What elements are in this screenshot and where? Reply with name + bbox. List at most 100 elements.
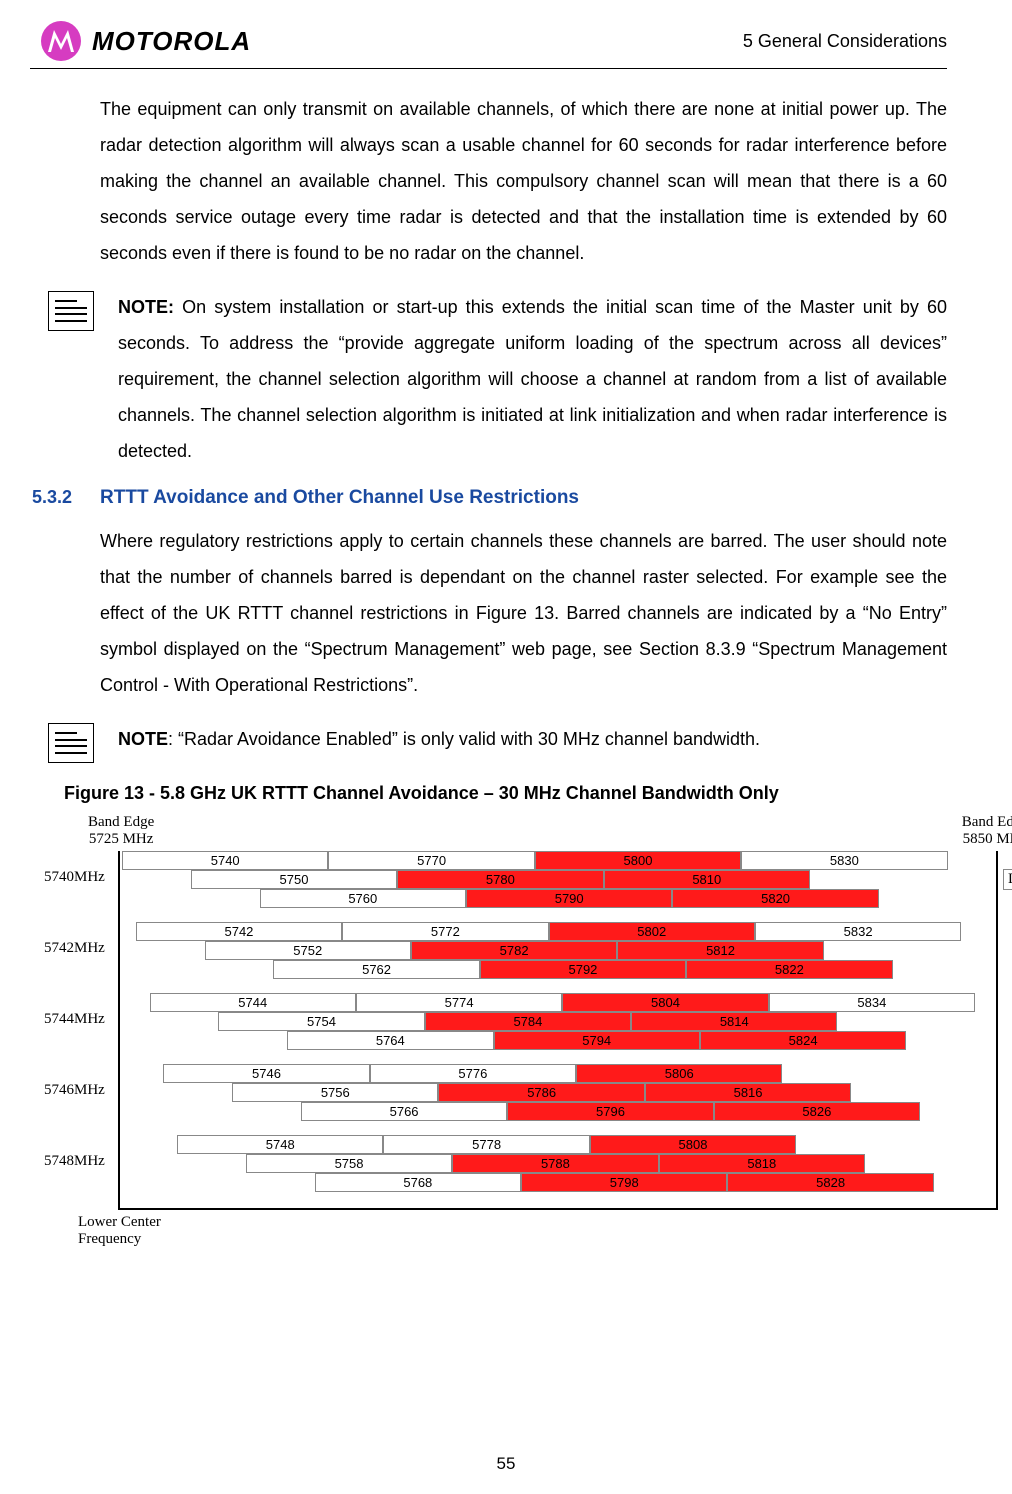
channel-cell: 5774	[356, 993, 562, 1012]
channel-cell: 5832	[755, 922, 961, 941]
channel-cell: 5788	[452, 1154, 658, 1173]
default-label: Default	[1003, 869, 1012, 890]
raster-group: 5748MHz574857785808575857885818576857985…	[122, 1135, 994, 1192]
channel-cell: 5830	[741, 851, 947, 870]
subsection-number: 5.3.2	[32, 487, 72, 508]
channel-row: 575257825812	[122, 941, 994, 960]
channel-cell: 5794	[494, 1031, 700, 1050]
channel-cell: 5772	[342, 922, 548, 941]
subsection-title: RTTT Avoidance and Other Channel Use Res…	[100, 487, 579, 509]
channel-cell: 5770	[328, 851, 534, 870]
page-number: 55	[0, 1454, 1012, 1474]
channel-cell: 5766	[301, 1102, 507, 1121]
note-2: NOTE: “Radar Avoidance Enabled” is only …	[48, 721, 947, 763]
channel-row: 576657965826	[122, 1102, 994, 1121]
raster-group: 5746MHz574657765806575657865816576657965…	[122, 1064, 994, 1121]
channel-cell: 5826	[714, 1102, 920, 1121]
raster-label: 5740MHz	[44, 869, 105, 886]
section-label: 5 General Considerations	[743, 31, 947, 52]
band-edge-left: Band Edge 5725 MHz	[88, 814, 154, 847]
channel-row: 5742577258025832	[122, 922, 994, 941]
channel-row: 576057905820	[122, 889, 994, 908]
channel-row: 576457945824	[122, 1031, 994, 1050]
band-area: 5740MHzDefault57405770580058305750578058…	[118, 851, 998, 1210]
raster-group: 5744MHz574457745804583457545784581457645…	[122, 993, 994, 1050]
channel-row: 575057805810	[122, 870, 994, 889]
band-edge-labels: Band Edge 5725 MHz Band Edge 5850 MHz	[118, 814, 998, 847]
note-2-text: : “Radar Avoidance Enabled” is only vali…	[168, 729, 760, 749]
channel-cell: 5816	[645, 1083, 851, 1102]
channel-cell: 5790	[466, 889, 672, 908]
channel-cell: 5754	[218, 1012, 424, 1031]
figure-caption: Figure 13 - 5.8 GHz UK RTTT Channel Avoi…	[64, 783, 947, 804]
header: MOTOROLA 5 General Considerations	[30, 20, 947, 62]
channel-cell: 5820	[672, 889, 878, 908]
channel-cell: 5758	[246, 1154, 452, 1173]
channel-cell: 5798	[521, 1173, 727, 1192]
lower-center-frequency-label: Lower Center Frequency	[78, 1214, 998, 1247]
channel-cell: 5744	[150, 993, 356, 1012]
channel-cell: 5796	[507, 1102, 713, 1121]
figure-13: Band Edge 5725 MHz Band Edge 5850 MHz 57…	[118, 814, 998, 1247]
header-divider	[30, 68, 947, 69]
channel-cell: 5782	[411, 941, 617, 960]
paragraph-1: The equipment can only transmit on avail…	[100, 91, 947, 271]
subsection-heading: 5.3.2 RTTT Avoidance and Other Channel U…	[30, 487, 947, 509]
brand-name: MOTOROLA	[92, 26, 251, 57]
logo-block: MOTOROLA	[40, 20, 251, 62]
channel-cell: 5786	[438, 1083, 644, 1102]
channel-cell: 5812	[617, 941, 823, 960]
channel-cell: 5764	[287, 1031, 493, 1050]
note-icon	[48, 291, 94, 331]
channel-row: 5744577458045834	[122, 993, 994, 1012]
channel-cell: 5804	[562, 993, 768, 1012]
note-1: NOTE: On system installation or start-up…	[48, 289, 947, 469]
channel-cell: 5810	[604, 870, 810, 889]
motorola-logo-icon	[40, 20, 82, 62]
note-icon	[48, 723, 94, 763]
note-2-body: NOTE: “Radar Avoidance Enabled” is only …	[118, 721, 947, 757]
channel-cell: 5750	[191, 870, 397, 889]
channel-cell: 5778	[383, 1135, 589, 1154]
raster-label: 5746MHz	[44, 1082, 105, 1099]
channel-cell: 5806	[576, 1064, 782, 1083]
channel-cell: 5756	[232, 1083, 438, 1102]
channel-cell: 5802	[549, 922, 755, 941]
note-1-text: On system installation or start-up this …	[118, 297, 947, 461]
channel-cell: 5762	[273, 960, 479, 979]
channel-row: 576257925822	[122, 960, 994, 979]
channel-row: 575457845814	[122, 1012, 994, 1031]
channel-cell: 5742	[136, 922, 342, 941]
band-edge-right: Band Edge 5850 MHz	[962, 814, 1012, 847]
raster-group: 5742MHz574257725802583257525782581257625…	[122, 922, 994, 979]
channel-row: 5740577058005830	[122, 851, 994, 870]
note-2-label: NOTE	[118, 729, 168, 749]
channel-cell: 5784	[425, 1012, 631, 1031]
channel-cell: 5818	[659, 1154, 865, 1173]
channel-cell: 5808	[590, 1135, 796, 1154]
channel-cell: 5780	[397, 870, 603, 889]
channel-row: 575857885818	[122, 1154, 994, 1173]
channel-cell: 5834	[769, 993, 975, 1012]
channel-cell: 5822	[686, 960, 892, 979]
channel-cell: 5746	[163, 1064, 369, 1083]
channel-cell: 5768	[315, 1173, 521, 1192]
channel-cell: 5752	[205, 941, 411, 960]
note-1-label: NOTE:	[118, 297, 174, 317]
channel-cell: 5748	[177, 1135, 383, 1154]
channel-cell: 5828	[727, 1173, 933, 1192]
note-1-body: NOTE: On system installation or start-up…	[118, 289, 947, 469]
channel-cell: 5814	[631, 1012, 837, 1031]
channel-cell: 5824	[700, 1031, 906, 1050]
channel-cell: 5800	[535, 851, 741, 870]
channel-row: 574857785808	[122, 1135, 994, 1154]
channel-cell: 5776	[370, 1064, 576, 1083]
channel-row: 574657765806	[122, 1064, 994, 1083]
raster-group: 5740MHzDefault57405770580058305750578058…	[122, 851, 994, 908]
channel-row: 576857985828	[122, 1173, 994, 1192]
channel-cell: 5792	[480, 960, 686, 979]
raster-label: 5744MHz	[44, 1011, 105, 1028]
channel-cell: 5740	[122, 851, 328, 870]
raster-label: 5742MHz	[44, 940, 105, 957]
channel-cell: 5760	[260, 889, 466, 908]
